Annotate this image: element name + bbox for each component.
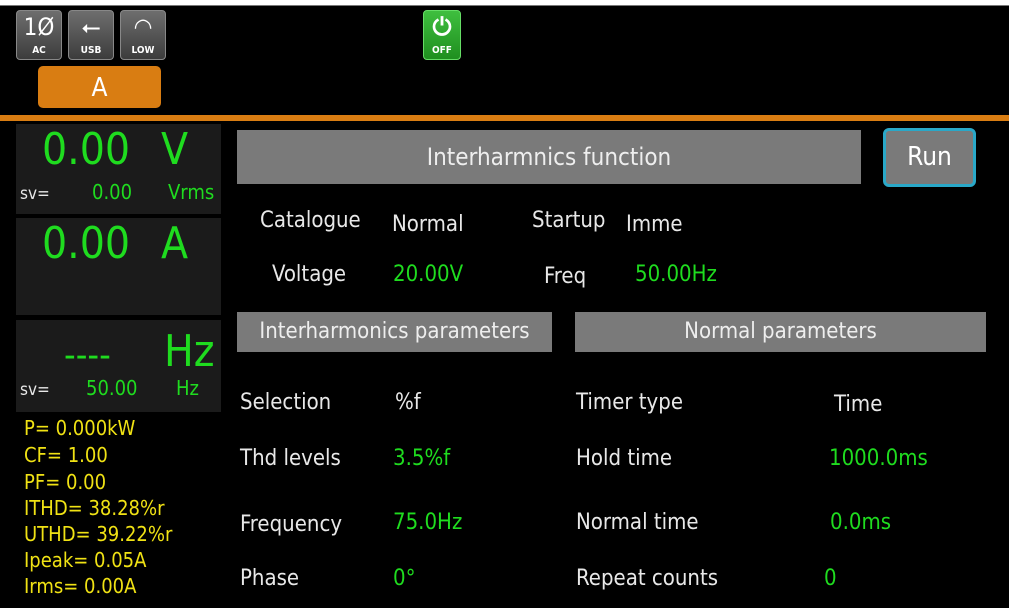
selection-value[interactable]: %f	[395, 392, 421, 414]
voltage-setting-value[interactable]: 20.00V	[393, 264, 463, 286]
stat-uthd: UTHD= 39.22%r	[24, 522, 173, 546]
startup-label: Startup	[532, 208, 606, 233]
voltage-value: 0.00	[42, 124, 131, 175]
frequency-unit: Hz	[164, 326, 215, 377]
frequency-param-value[interactable]: 75.0Hz	[393, 512, 462, 534]
startup-value[interactable]: Imme	[626, 214, 683, 236]
normal-time-label: Normal time	[576, 510, 699, 535]
instrument-screen: 1Ø AC ⭠ USB ◠ LOW ⏻ OFF A 0.00 V sv= 0.0…	[0, 0, 1009, 608]
stat-cf: CF= 1.00	[24, 443, 108, 467]
frequency-param-label: Frequency	[240, 512, 343, 537]
frequency-value: ----	[64, 335, 111, 376]
run-button[interactable]: Run	[883, 128, 976, 187]
top-border	[0, 0, 1009, 6]
stat-ipeak: Ipeak= 0.05A	[24, 548, 147, 572]
interharmonics-params-header: Interharmonics parameters	[237, 312, 552, 352]
timer-type-value[interactable]: Time	[834, 394, 882, 416]
repeat-counts-label: Repeat counts	[576, 566, 719, 591]
power-caption: OFF	[432, 45, 452, 56]
usb-glyph: ⭠	[81, 13, 101, 41]
voltage-sv-label: sv=	[20, 184, 50, 204]
range-icon[interactable]: ◠ LOW	[120, 10, 166, 60]
usb-icon[interactable]: ⭠ USB	[68, 10, 114, 60]
thd-levels-label: Thd levels	[240, 446, 341, 471]
catalogue-label: Catalogue	[260, 208, 361, 233]
hold-time-label: Hold time	[576, 446, 673, 471]
normal-time-value[interactable]: 0.0ms	[830, 512, 891, 534]
freq-setting-value[interactable]: 50.00Hz	[635, 264, 717, 286]
range-caption: LOW	[131, 45, 155, 56]
stat-pf: PF= 0.00	[24, 470, 107, 494]
voltage-sv-unit: Vrms	[168, 180, 215, 204]
stat-power: P= 0.000kW	[24, 416, 136, 440]
orange-divider	[0, 115, 1009, 121]
range-glyph: ◠	[133, 13, 153, 41]
voltage-meter: 0.00 V sv= 0.00 Vrms	[16, 124, 221, 214]
frequency-sv-unit: Hz	[176, 376, 199, 400]
power-glyph-icon: ⏻	[432, 13, 452, 41]
function-title-bar: Interharmnics function	[237, 130, 861, 184]
timer-type-label: Timer type	[576, 390, 684, 415]
voltage-sv-value: 0.00	[92, 180, 133, 204]
current-meter: 0.00 A	[16, 218, 221, 315]
selection-label: Selection	[240, 390, 332, 415]
normal-params-header: Normal parameters	[575, 312, 986, 352]
phase-glyph: 1Ø	[23, 13, 55, 41]
freq-setting-label: Freq	[544, 264, 587, 289]
voltage-unit: V	[161, 124, 189, 175]
phase-caption: AC	[32, 45, 46, 56]
usb-caption: USB	[80, 45, 102, 56]
thd-levels-value[interactable]: 3.5%f	[393, 448, 450, 470]
output-power-icon[interactable]: ⏻ OFF	[423, 10, 461, 60]
frequency-meter: ---- Hz sv= 50.00 Hz	[16, 320, 221, 412]
phase-param-value[interactable]: 0°	[393, 568, 415, 590]
frequency-sv-value: 50.00	[86, 376, 138, 400]
repeat-counts-value[interactable]: 0	[824, 568, 837, 590]
hold-time-value[interactable]: 1000.0ms	[829, 448, 928, 470]
channel-tab-a[interactable]: A	[38, 66, 161, 108]
current-unit: A	[161, 218, 189, 269]
phase-icon[interactable]: 1Ø AC	[16, 10, 62, 60]
voltage-setting-label: Voltage	[272, 262, 347, 287]
catalogue-value[interactable]: Normal	[392, 214, 464, 236]
frequency-sv-label: sv=	[20, 380, 50, 400]
phase-param-label: Phase	[240, 566, 300, 591]
current-value: 0.00	[42, 218, 131, 269]
stat-irms: Irms= 0.00A	[24, 574, 137, 598]
stat-ithd: ITHD= 38.28%r	[24, 496, 165, 520]
